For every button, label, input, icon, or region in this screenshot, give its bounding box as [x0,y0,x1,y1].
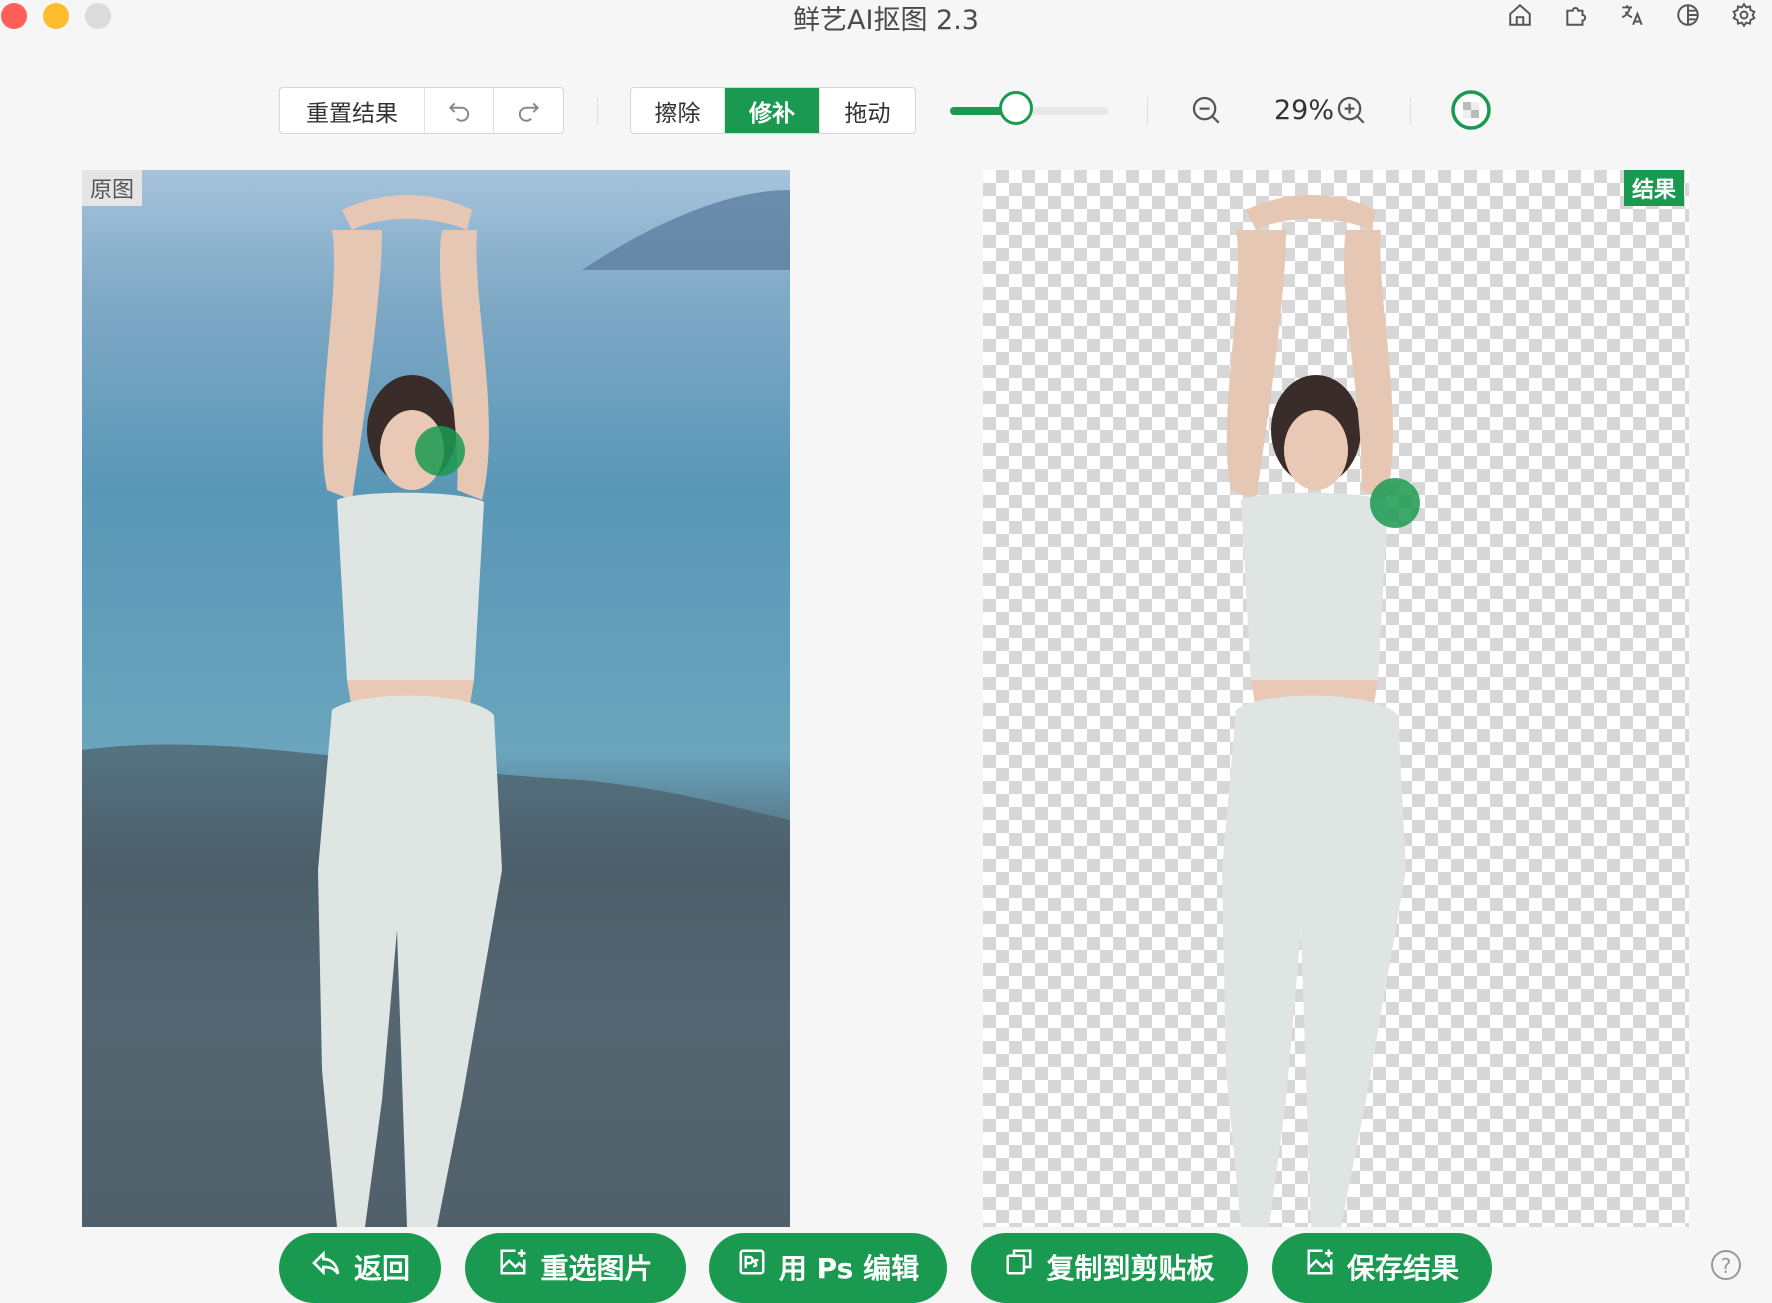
zoom-out-button[interactable] [1189,93,1223,131]
transparent-bg-icon [1451,90,1491,130]
brush-size-slider[interactable] [950,87,1108,134]
slider-thumb[interactable] [999,91,1034,125]
zoom-in-icon [1337,96,1365,124]
image-save-icon [1307,1249,1333,1275]
back-button-label: 返回 [353,1252,410,1285]
history-group: 重置结果 [279,87,564,134]
action-bar: 返回 重选图片 用 Ps 编辑 复制到剪贴板 保存结果 [0,1233,1772,1303]
ps-edit-button[interactable]: 用 Ps 编辑 [709,1233,947,1303]
redo-icon [518,102,539,122]
toolbar-divider [597,97,598,125]
background-toggle-button[interactable] [1450,89,1492,135]
toolbar-divider [1147,97,1148,125]
redo-button[interactable] [494,88,563,133]
translate-icon[interactable] [1604,0,1660,30]
zoom-in-button[interactable] [1334,93,1368,131]
photoshop-icon [739,1249,765,1275]
top-toolbar-icons [1492,0,1772,30]
back-button[interactable]: 返回 [279,1233,441,1303]
copy-icon [1006,1249,1032,1275]
original-label: 原图 [82,170,143,206]
mode-drag-button[interactable]: 拖动 [820,88,915,133]
save-result-label: 保存结果 [1346,1252,1459,1285]
save-result-button[interactable]: 保存结果 [1272,1233,1492,1303]
theme-icon[interactable] [1660,0,1716,30]
result-label: 结果 [1624,170,1685,206]
undo-button[interactable] [425,88,494,133]
plugin-icon[interactable] [1548,0,1604,30]
copy-to-clipboard-button[interactable]: 复制到剪贴板 [971,1233,1248,1303]
reset-result-button[interactable]: 重置结果 [280,88,425,133]
reselect-image-button[interactable]: 重选图片 [465,1233,686,1303]
image-add-icon [500,1249,526,1275]
brush-cursor [1370,478,1420,528]
settings-icon[interactable] [1716,0,1772,30]
home-icon[interactable] [1492,0,1548,30]
toolbar-divider [1410,97,1411,125]
original-image-pane[interactable] [82,170,790,1227]
ps-edit-label: 用 Ps 编辑 [778,1252,920,1285]
mode-repair-button[interactable]: 修补 [725,88,820,133]
result-image-pane[interactable] [983,170,1689,1227]
mode-group: 擦除 修补 拖动 [630,87,916,134]
brush-cursor [415,426,465,476]
zoom-out-icon [1192,96,1220,124]
mode-erase-button[interactable]: 擦除 [631,88,725,133]
result-cutout [1222,195,1406,1227]
reselect-image-label: 重选图片 [540,1252,653,1285]
original-photo [82,190,790,1227]
undo-icon [448,102,470,122]
help-button[interactable]: ? [1711,1250,1741,1280]
copy-to-clipboard-label: 复制到剪贴板 [1046,1252,1215,1285]
back-arrow-icon [312,1250,340,1276]
